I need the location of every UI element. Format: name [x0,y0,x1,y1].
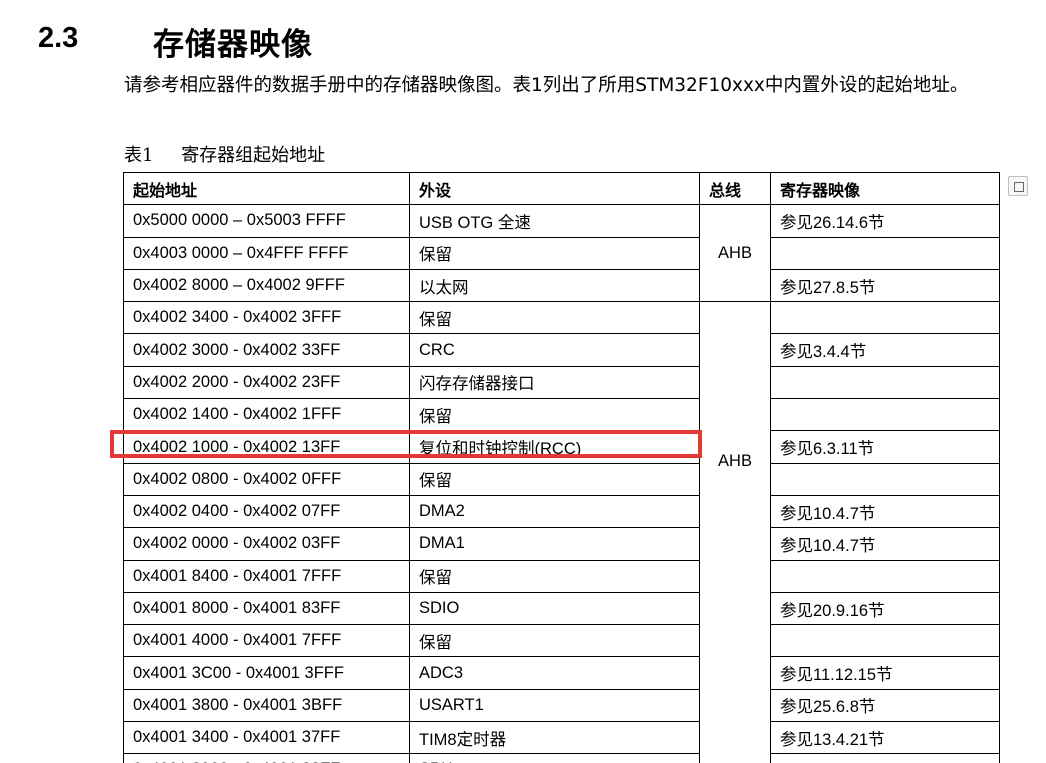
register-map-ref-cell: 参见23.5 [770,753,1000,763]
peripheral-cell: 保留 [409,236,700,270]
table-row: 0x4002 1400 - 0x4002 1FFF 保留 [123,398,1000,432]
start-address-cell: 0x4002 0000 - 0x4002 03FF [123,527,410,561]
peripheral-cell: CRC [409,333,700,367]
register-map-ref-cell [770,559,1000,593]
section-number: 2.3 [38,22,79,54]
table-row: 0x4001 8000 - 0x4001 83FF SDIO 参见20.9.16节 [123,591,1000,626]
table-row: 0x4003 0000 – 0x4FFF FFFF 保留 [123,236,1000,270]
table-caption-text: 寄存器组起始地址 [181,145,326,166]
table-row: 0x4002 1000 - 0x4002 13FF 复位和时钟控制(RCC) 参见6… [123,430,1000,464]
register-map-ref-cell [770,301,1000,335]
header-peripheral: 外设 [409,171,700,206]
start-address-cell: 0x4002 1400 - 0x4002 1FFF [123,398,410,432]
table-header-row: 起始地址 外设 总线 寄存器映像 [123,171,1000,206]
table-row: 0x4001 3800 - 0x4001 3BFF USART1 参见25.6.8节 [123,688,1000,723]
section-title: 存储器映像 [153,27,313,63]
start-address-cell: 0x4002 3400 - 0x4002 3FFF [123,301,410,335]
register-map-ref-cell: 参见6.3.11节 [770,430,1000,464]
register-map-ref-cell: 参见3.4.4节 [770,333,1000,367]
peripheral-cell: ADC3 [409,656,700,690]
start-address-cell: 0x4001 3000 - 0x4001 33FF [123,753,410,763]
header-bus: 总线 [699,171,771,206]
table-row: 0x4002 8000 – 0x4002 9FFF 以太网 参见27.8.5节 [123,268,1000,303]
peripheral-cell: 保留 [409,462,700,496]
peripheral-cell: 复位和时钟控制(RCC) [409,430,700,464]
table-row: 0x4002 3400 - 0x4002 3FFF 保留 AHB [123,301,1000,763]
peripheral-cell: 闪存存储器接口 [409,365,700,400]
start-address-cell: 0x4002 2000 - 0x4002 23FF [123,365,410,400]
table-row: 0x4001 3000 - 0x4001 33FFSPI1 参见23.5 [123,753,1000,763]
register-map-ref-cell: 参见26.14.6节 [770,204,1000,238]
peripheral-cell: SPI1 [409,753,700,763]
table-row: 0x4001 4000 - 0x4001 7FFF 保留 [123,624,1000,658]
start-address-cell: 0x4001 8400 - 0x4001 7FFF [123,559,410,593]
table-select-icon[interactable] [1008,176,1028,196]
register-map-ref-cell [770,398,1000,432]
bus-cell: AHB [699,301,771,763]
register-map-ref-cell [770,236,1000,270]
table-row: 0x4002 3000 - 0x4002 33FF CRC 参见3.4.4节 [123,333,1000,367]
start-address-cell: 0x5000 0000 – 0x5003 FFFF [123,204,410,238]
peripheral-cell: DMA2 [409,494,700,529]
header-start-address: 起始地址 [123,171,410,206]
register-map-ref-cell: 参见27.8.5节 [770,268,1000,303]
peripheral-cell: DMA1 [409,527,700,561]
table-row: 0x5000 0000 – 0x5003 FFFF USB OTG 全速 AHB 参见… [123,204,1000,303]
start-address-cell: 0x4002 0400 - 0x4002 07FF [123,494,410,529]
peripheral-cell: USART1 [409,688,700,723]
table-row: 0x4002 0800 - 0x4002 0FFF 保留 [123,462,1000,496]
start-address-cell: 0x4002 0800 - 0x4002 0FFF [123,462,410,496]
peripheral-cell: 以太网 [409,268,700,303]
start-address-cell: 0x4001 3800 - 0x4001 3BFF [123,688,410,723]
document-page: 2.3 存储器映像 请参考相应器件的数据手册中的存储器映像图。表1列出了所用ST… [0,0,1046,763]
table-row: 0x4002 0400 - 0x4002 07FF DMA2 参见10.4.7节 [123,494,1000,529]
register-map-ref-cell: 参见10.4.7节 [770,494,1000,529]
peripheral-cell: USB OTG 全速 [409,204,700,238]
table-row: 0x4002 0000 - 0x4002 03FF DMA1 参见10.4.7节 [123,527,1000,561]
start-address-cell: 0x4002 3000 - 0x4002 33FF [123,333,410,367]
table-row: 0x4002 2000 - 0x4002 23FF 闪存存储器接口 [123,365,1000,400]
start-address-cell: 0x4003 0000 – 0x4FFF FFFF [123,236,410,270]
register-map-ref-cell: 参见10.4.7节 [770,527,1000,561]
peripheral-cell: SDIO [409,591,700,626]
table-row: 0x4001 3400 - 0x4001 37FF TIM8定时器 参见13.4.2… [123,721,1000,755]
start-address-cell: 0x4002 8000 – 0x4002 9FFF [123,268,410,303]
register-map-table: 起始地址 外设 总线 寄存器映像 0x5000 0000 – 0x5003 FF… [123,171,1000,763]
start-address-cell: 0x4002 1000 - 0x4002 13FF [123,430,410,464]
table-row: 0x4001 8400 - 0x4001 7FFF 保留 [123,559,1000,593]
register-map-ref-cell [770,624,1000,658]
peripheral-cell: 保留 [409,301,700,335]
table-row: 0x4001 3C00 - 0x4001 3FFF ADC3 参见11.12.15节 [123,656,1000,690]
peripheral-cell: 保留 [409,398,700,432]
intro-paragraph: 请参考相应器件的数据手册中的存储器映像图。表1列出了所用STM32F10xxx中… [124,75,969,96]
start-address-cell: 0x4001 8000 - 0x4001 83FF [123,591,410,626]
register-map-ref-cell: 参见11.12.15节 [770,656,1000,690]
bus-cell: AHB [699,204,771,303]
register-map-ref-cell: 参见25.6.8节 [770,688,1000,723]
peripheral-cell: 保留 [409,624,700,658]
register-map-ref-cell [770,462,1000,496]
peripheral-cell: TIM8定时器 [409,721,700,755]
register-map-ref-cell: 参见13.4.21节 [770,721,1000,755]
table-caption-label: 表1 [124,145,154,166]
start-address-cell: 0x4001 4000 - 0x4001 7FFF [123,624,410,658]
table-caption: 表1 寄存器组起始地址 [124,141,325,167]
start-address-cell: 0x4001 3400 - 0x4001 37FF [123,721,410,755]
header-register-map: 寄存器映像 [770,171,1000,206]
start-address-cell: 0x4001 3C00 - 0x4001 3FFF [123,656,410,690]
register-map-ref-cell: 参见20.9.16节 [770,591,1000,626]
peripheral-cell: 保留 [409,559,700,593]
register-map-ref-cell [770,365,1000,400]
